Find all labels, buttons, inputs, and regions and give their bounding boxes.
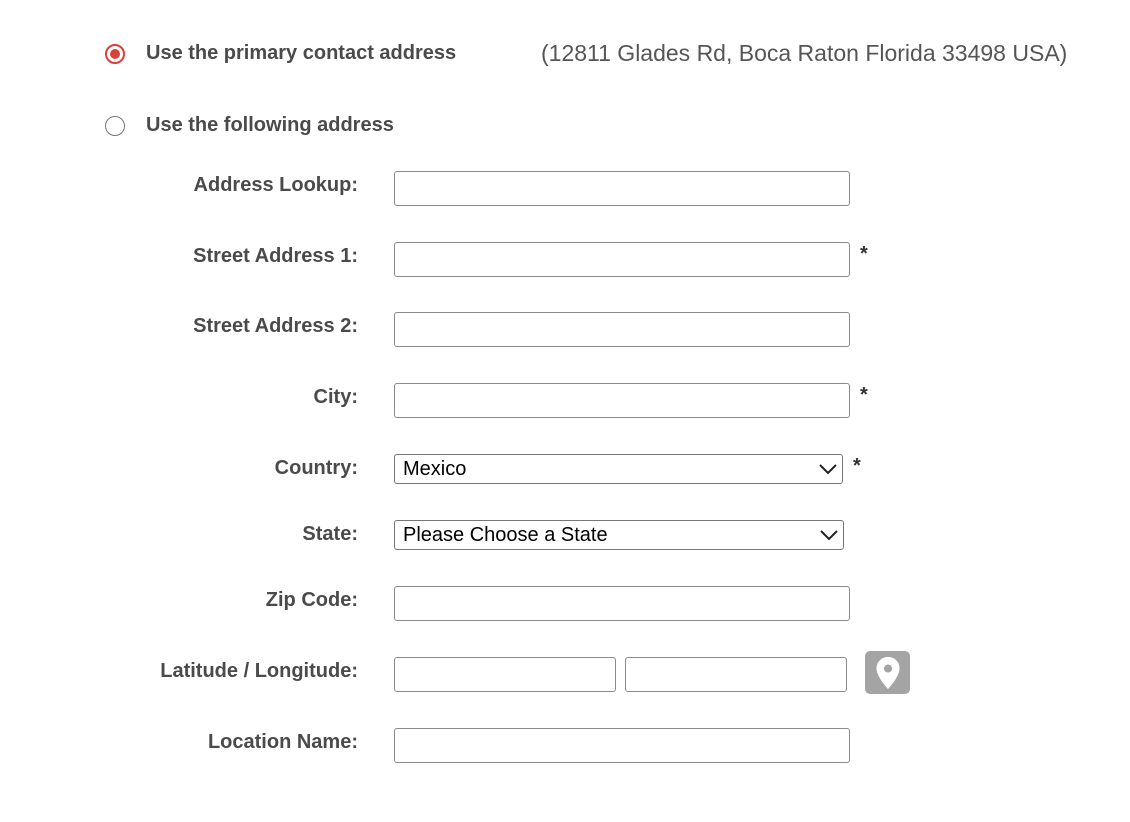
longitude-input[interactable] xyxy=(625,657,847,692)
following-address-option-label: Use the following address xyxy=(146,114,394,136)
latitude-input[interactable] xyxy=(394,657,616,692)
chevron-down-icon xyxy=(820,530,838,541)
country-selected-value: Mexico xyxy=(403,457,467,480)
map-pin-icon xyxy=(876,656,899,689)
zip-code-label: Zip Code: xyxy=(265,589,358,611)
street-address-1-required-mark: * xyxy=(860,243,868,265)
primary-address-text: (12811 Glades Rd, Boca Raton Florida 334… xyxy=(541,40,1068,66)
primary-address-option[interactable]: Use the primary contact address xyxy=(105,42,456,65)
address-lookup-label: Address Lookup: xyxy=(193,174,358,196)
street-address-2-input[interactable] xyxy=(394,312,850,347)
state-label: State: xyxy=(302,523,358,545)
street-address-1-input[interactable] xyxy=(394,242,850,277)
street-address-1-label: Street Address 1: xyxy=(193,245,358,267)
zip-code-input[interactable] xyxy=(394,586,850,621)
location-name-input[interactable] xyxy=(394,728,850,763)
following-address-radio[interactable] xyxy=(105,115,125,136)
state-select[interactable]: Please Choose a State xyxy=(394,520,844,550)
following-address-option[interactable]: Use the following address xyxy=(105,114,394,137)
state-selected-value: Please Choose a State xyxy=(403,523,608,546)
country-select[interactable]: Mexico xyxy=(394,454,843,484)
address-lookup-input[interactable] xyxy=(394,171,850,206)
primary-address-radio[interactable] xyxy=(105,43,125,64)
country-label: Country: xyxy=(274,457,358,479)
map-pin-button[interactable] xyxy=(865,651,910,694)
city-input[interactable] xyxy=(394,383,850,418)
city-required-mark: * xyxy=(860,384,868,406)
city-label: City: xyxy=(313,386,358,408)
lat-long-label: Latitude / Longitude: xyxy=(160,660,358,682)
chevron-down-icon xyxy=(819,464,837,475)
radio-selected-dot xyxy=(110,48,120,59)
street-address-2-label: Street Address 2: xyxy=(193,315,358,337)
location-name-label: Location Name: xyxy=(207,731,358,753)
country-required-mark: * xyxy=(853,455,861,477)
primary-address-option-label: Use the primary contact address xyxy=(146,42,457,64)
